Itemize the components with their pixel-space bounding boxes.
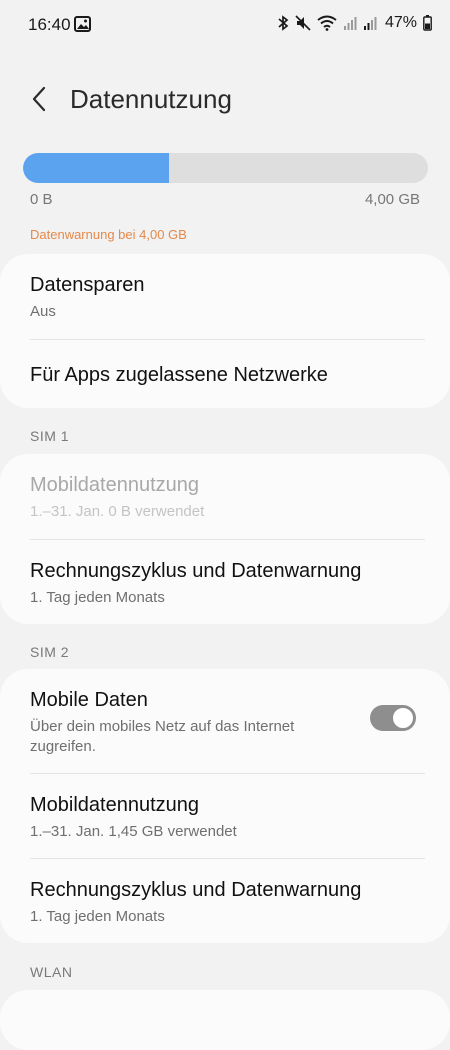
status-bar: 16:40 47%	[0, 0, 450, 50]
sim2-billing-cycle-title: Rechnungszyklus und Datenwarnung	[30, 879, 362, 901]
mobile-data-row[interactable]: Mobile Daten Über dein mobiles Netz auf …	[0, 669, 450, 773]
battery-percent: 47%	[384, 14, 417, 31]
section-label-sim2: SIM 2	[30, 644, 70, 660]
data-usage-bar-fill	[23, 153, 169, 183]
section-label-sim1: SIM 1	[30, 428, 70, 444]
usage-min-label: 0 B	[30, 191, 53, 208]
allowed-networks-title: Für Apps zugelassene Netzwerke	[30, 364, 328, 386]
mobile-data-sub: Über dein mobiles Netz auf das Internet …	[30, 718, 295, 755]
sim2-card: Mobile Daten Über dein mobiles Netz auf …	[0, 669, 450, 943]
mute-icon	[295, 15, 311, 31]
data-warning-label: Datenwarnung bei 4,00 GB	[30, 227, 187, 242]
sim1-billing-cycle-sub: 1. Tag jeden Monats	[30, 589, 165, 606]
sim1-mobile-usage-sub: 1.–31. Jan. 0 B verwendet	[30, 503, 205, 520]
data-saver-card: Datensparen Aus Für Apps zugelassene Net…	[0, 254, 450, 408]
status-time: 16:40	[28, 15, 71, 34]
gallery-icon	[74, 16, 91, 32]
sim2-billing-cycle-sub: 1. Tag jeden Monats	[30, 908, 165, 925]
sim2-mobile-usage-sub: 1.–31. Jan. 1,45 GB verwendet	[30, 823, 237, 840]
sim2-mobile-usage-row[interactable]: Mobildatennutzung 1.–31. Jan. 1,45 GB ve…	[0, 773, 450, 858]
sim1-billing-cycle-title: Rechnungszyklus und Datenwarnung	[30, 560, 362, 582]
sim2-billing-cycle-row[interactable]: Rechnungszyklus und Datenwarnung 1. Tag …	[0, 858, 450, 943]
usage-max-label: 4,00 GB	[364, 191, 420, 208]
battery-icon	[423, 15, 432, 31]
section-label-wlan: WLAN	[30, 964, 73, 980]
mobile-data-toggle[interactable]	[370, 705, 416, 731]
sim1-billing-cycle-row[interactable]: Rechnungszyklus und Datenwarnung 1. Tag …	[0, 539, 450, 624]
data-saver-value: Aus	[30, 303, 56, 320]
toggle-knob	[391, 706, 415, 730]
allowed-networks-row[interactable]: Für Apps zugelassene Netzwerke	[0, 339, 450, 408]
page-title: Datennutzung	[70, 84, 232, 114]
signal-icon	[343, 17, 357, 30]
mobile-data-title: Mobile Daten	[30, 689, 148, 711]
sim1-mobile-usage-title: Mobildatennutzung	[30, 474, 200, 496]
sim1-mobile-usage-row: Mobildatennutzung 1.–31. Jan. 0 B verwen…	[0, 454, 450, 539]
signal-icon	[363, 17, 377, 30]
data-saver-title: Datensparen	[30, 274, 145, 296]
bluetooth-icon	[278, 15, 289, 31]
back-button[interactable]	[22, 82, 56, 116]
data-saver-row[interactable]: Datensparen Aus	[0, 254, 450, 339]
sim1-card: Mobildatennutzung 1.–31. Jan. 0 B verwen…	[0, 454, 450, 624]
chevron-left-icon	[32, 86, 46, 112]
sim2-mobile-usage-title: Mobildatennutzung	[30, 794, 200, 816]
wifi-icon	[317, 15, 337, 31]
data-usage-bar	[23, 153, 428, 183]
wlan-card	[0, 990, 450, 1050]
app-header: Datennutzung	[0, 70, 450, 130]
